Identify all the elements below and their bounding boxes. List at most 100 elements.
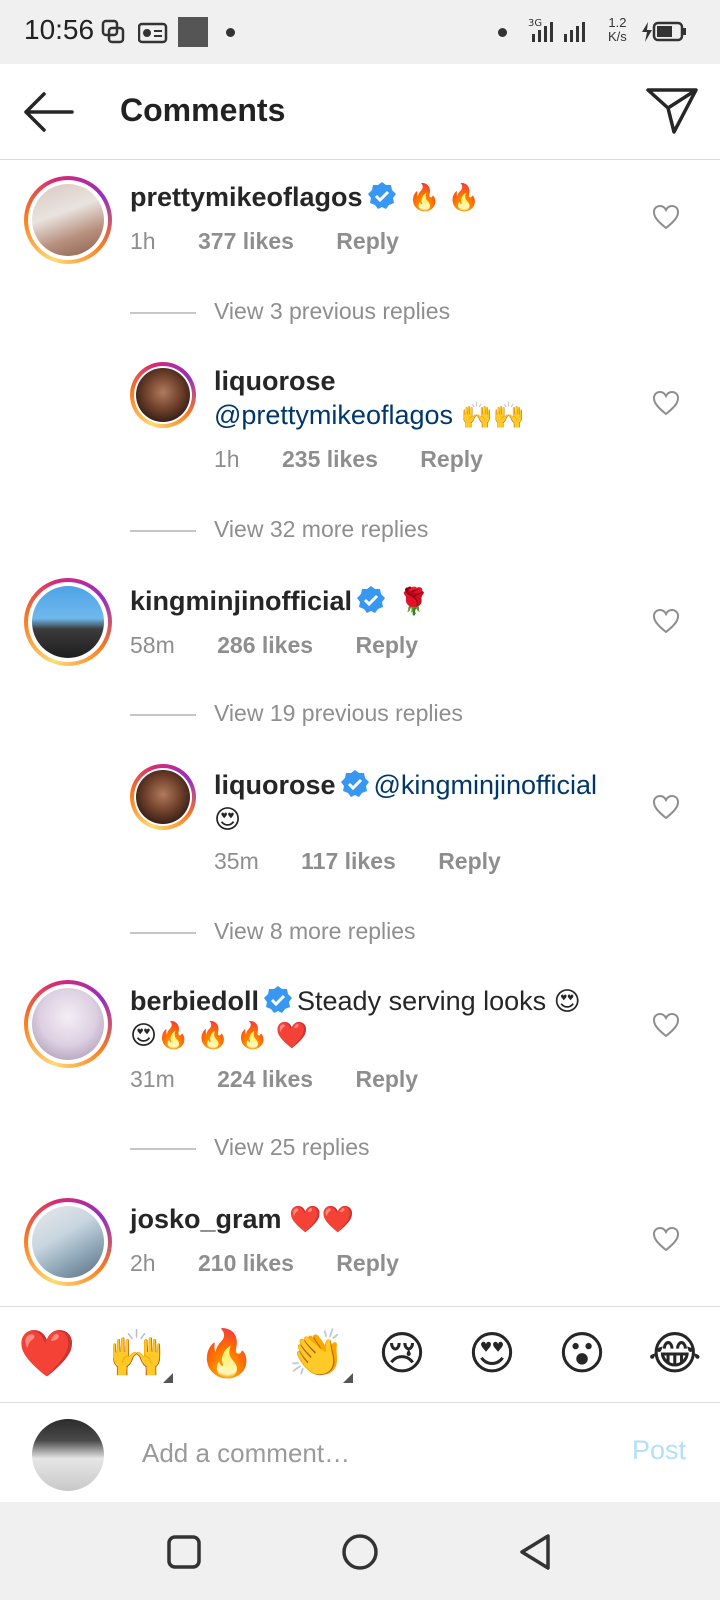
comment-emojis: 🔥 🔥 — [408, 182, 481, 212]
quick-emoji-clap[interactable]: 👏 — [288, 1325, 354, 1383]
view-replies-button[interactable]: View 19 previous replies — [130, 700, 463, 727]
avatar[interactable] — [24, 1198, 112, 1286]
comment-text: josko_gram ❤️❤️ — [130, 1202, 354, 1236]
verified-badge-icon — [357, 586, 386, 613]
quick-emoji-fire[interactable]: 🔥 — [198, 1325, 255, 1381]
view-replies-button[interactable]: View 25 replies — [130, 1134, 370, 1161]
comment-composer: Post — [0, 1402, 720, 1502]
reply-button[interactable]: Reply — [336, 1250, 399, 1276]
like-heart-icon[interactable] — [652, 608, 680, 634]
comment-likes[interactable]: 286 likes — [217, 632, 313, 658]
comment-mention[interactable]: @prettymikeoflagos — [214, 400, 453, 430]
comment-text: liquorose @prettymikeoflagos 🙌🙌 — [214, 364, 634, 432]
avatar[interactable] — [130, 764, 196, 830]
comment-likes[interactable]: 210 likes — [198, 1250, 294, 1276]
direct-message-icon[interactable] — [644, 86, 700, 136]
comment-meta: 1h 235 likes Reply — [214, 446, 519, 473]
comment-text: liquorose @kingminjinofficial 😍 — [214, 768, 634, 836]
svg-text:3G: 3G — [528, 18, 542, 29]
status-time: 10:56 — [24, 14, 95, 45]
comment-time: 58m — [130, 632, 175, 658]
avatar[interactable] — [24, 176, 112, 264]
comment-likes[interactable]: 117 likes — [301, 848, 396, 874]
view-replies-button[interactable]: View 32 more replies — [130, 516, 428, 543]
view-replies-label: View 19 previous replies — [214, 700, 463, 726]
quick-emoji-surprised[interactable]: 😮 — [558, 1325, 606, 1381]
status-bar: 10:56 3G 1.2 K/s — [0, 0, 720, 64]
comment-username[interactable]: liquorose — [214, 364, 634, 398]
reply-button[interactable]: Reply — [336, 228, 399, 254]
quick-emoji-heart[interactable]: ❤️ — [18, 1325, 75, 1381]
quick-emoji-heart-eyes[interactable]: 😍 — [468, 1325, 516, 1381]
verified-badge-icon — [340, 770, 369, 797]
like-heart-icon[interactable] — [652, 794, 680, 820]
verified-badge-icon — [264, 986, 293, 1013]
comment-time: 2h — [130, 1250, 156, 1276]
comment-emojis: 😍🔥 🔥 🔥 ❤️ — [130, 1020, 309, 1050]
comment-meta: 31m 224 likes Reply — [130, 1066, 454, 1093]
verified-badge-icon — [367, 182, 396, 209]
comment-text: berbiedoll Steady serving looks 😍 😍🔥 🔥 🔥 … — [130, 984, 630, 1052]
comment-body: Steady serving looks — [297, 986, 547, 1016]
quick-emoji-glyph: 👏 — [288, 1327, 346, 1379]
comment-text: kingminjinofficial 🌹 — [130, 584, 430, 618]
comment-emojis: 😍 — [553, 986, 581, 1016]
back-arrow-icon[interactable] — [20, 88, 76, 136]
comment-mention[interactable]: @kingminjinofficial — [374, 770, 598, 800]
like-heart-icon[interactable] — [652, 1012, 680, 1038]
comment-username[interactable]: prettymikeoflagos — [130, 182, 363, 212]
like-heart-icon[interactable] — [652, 204, 680, 230]
avatar[interactable] — [24, 578, 112, 666]
like-heart-icon[interactable] — [652, 390, 680, 416]
comment-likes[interactable]: 224 likes — [217, 1066, 313, 1092]
comment-emojis: ❤️❤️ — [289, 1204, 354, 1234]
comment-time: 1h — [214, 446, 240, 472]
comment-username[interactable]: josko_gram — [130, 1204, 282, 1234]
comment-time: 35m — [214, 848, 259, 874]
back-triangle-icon[interactable] — [514, 1530, 558, 1574]
quick-emoji-crying[interactable]: 😢 — [378, 1325, 426, 1381]
comment-username[interactable]: liquorose — [214, 770, 336, 800]
divider-line — [130, 529, 196, 532]
comment-meta: 2h 210 likes Reply — [130, 1250, 435, 1277]
quick-emoji-bar: ❤️ 🙌 🔥 👏 😢 😍 😮 😂 — [0, 1306, 720, 1402]
post-button[interactable]: Post — [632, 1435, 686, 1466]
notification-dot-icon — [226, 28, 235, 37]
comment-likes[interactable]: 377 likes — [198, 228, 294, 254]
divider-line — [130, 931, 196, 934]
divider-line — [130, 1147, 196, 1150]
battery-charging-icon — [642, 21, 686, 42]
home-icon[interactable] — [338, 1530, 382, 1574]
comment-username[interactable]: berbiedoll — [130, 986, 259, 1016]
comment-text: prettymikeoflagos 🔥 🔥 — [130, 180, 480, 214]
reply-button[interactable]: Reply — [355, 1066, 418, 1092]
view-replies-button[interactable]: View 3 previous replies — [130, 298, 450, 325]
network-speed-unit: K/s — [608, 29, 627, 44]
link-icon — [101, 19, 125, 44]
comment-emojis: 😍 — [214, 804, 242, 834]
quick-emoji-raised-hands[interactable]: 🙌 — [108, 1325, 174, 1383]
view-replies-button[interactable]: View 8 more replies — [130, 918, 416, 945]
avatar[interactable] — [130, 362, 196, 428]
comment-input[interactable] — [142, 1431, 602, 1475]
comment-meta: 35m 117 likes Reply — [214, 848, 537, 875]
notification-dot-icon — [498, 28, 507, 37]
quick-emoji-laughing[interactable]: 😂 — [648, 1325, 702, 1381]
avatar[interactable] — [24, 980, 112, 1068]
radio-icon — [138, 22, 168, 44]
reply-button[interactable]: Reply — [438, 848, 501, 874]
image-icon — [178, 17, 208, 47]
comment-username[interactable]: kingminjinofficial — [130, 586, 352, 616]
reply-button[interactable]: Reply — [355, 632, 418, 658]
network-speed-value: 1.2 — [608, 15, 627, 30]
system-navigation-bar — [0, 1502, 720, 1600]
recent-apps-icon[interactable] — [162, 1530, 206, 1574]
comment-meta: 58m 286 likes Reply — [130, 632, 454, 659]
like-heart-icon[interactable] — [652, 1226, 680, 1252]
skin-tone-indicator-icon — [163, 1373, 174, 1383]
comment-emojis: 🌹 — [397, 586, 430, 616]
quick-emoji-glyph: 🙌 — [108, 1327, 166, 1379]
reply-button[interactable]: Reply — [420, 446, 483, 472]
comment-likes[interactable]: 235 likes — [282, 446, 378, 472]
skin-tone-indicator-icon — [343, 1373, 354, 1383]
